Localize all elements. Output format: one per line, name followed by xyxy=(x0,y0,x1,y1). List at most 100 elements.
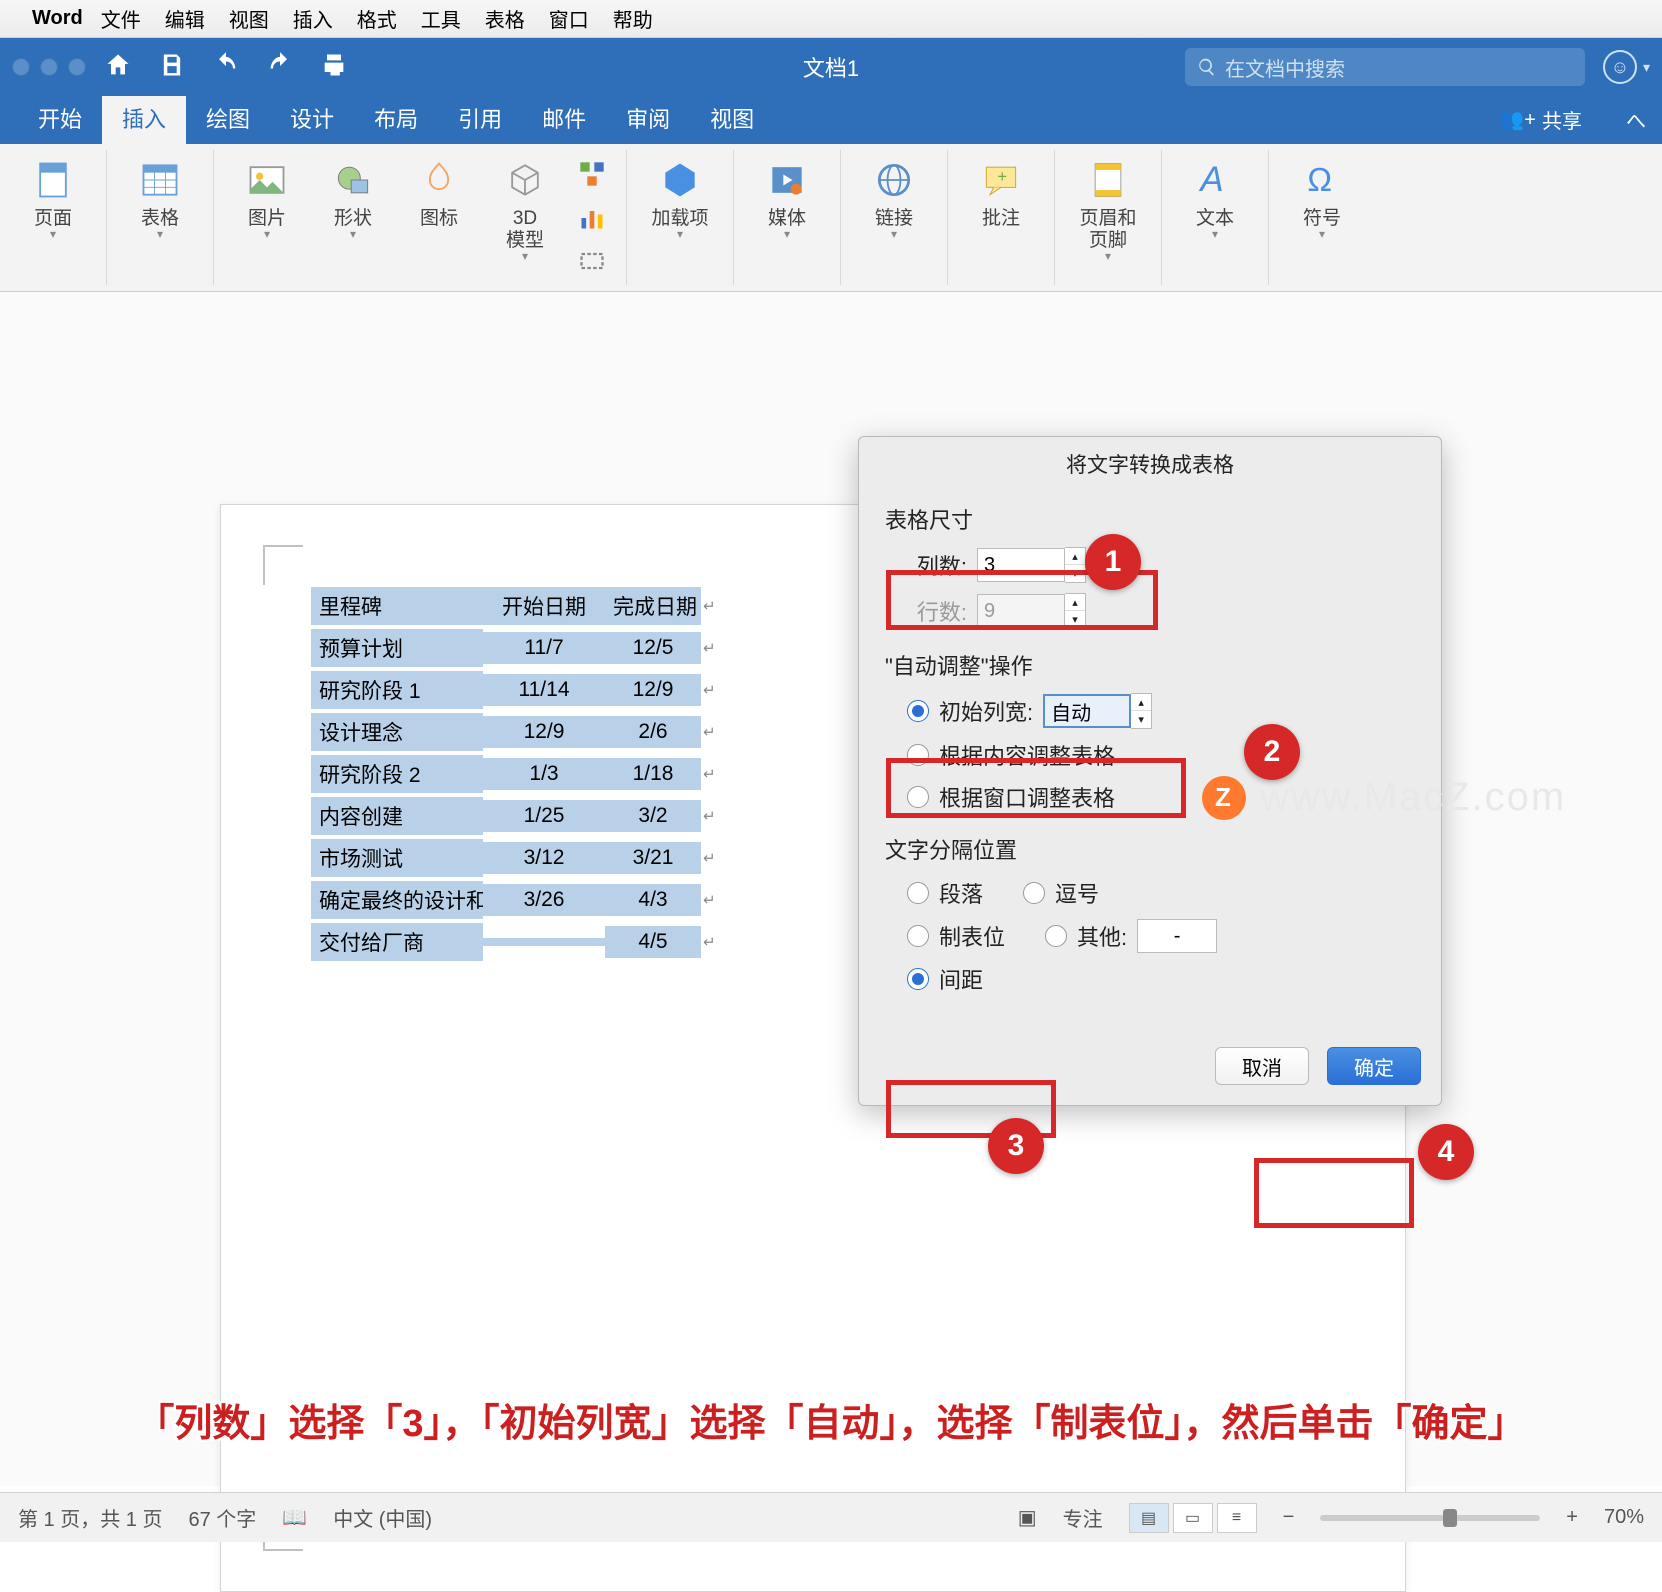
tab-view[interactable]: 视图 xyxy=(690,92,774,144)
status-focus[interactable]: 专注 xyxy=(1063,1503,1103,1532)
radio-fit-content[interactable] xyxy=(907,744,929,766)
radio-tab[interactable] xyxy=(907,925,929,947)
radio-space[interactable] xyxy=(907,968,929,990)
view-print-icon[interactable]: ▤ xyxy=(1129,1503,1169,1533)
radio-comma[interactable] xyxy=(1023,882,1045,904)
ribbon-picture[interactable]: 图片 xyxy=(224,150,310,285)
redo-icon[interactable] xyxy=(266,51,294,84)
share-button[interactable]: 👥+ 共享 xyxy=(1485,95,1596,144)
collapse-ribbon-icon[interactable]: へ xyxy=(1610,95,1662,144)
menu-window[interactable]: 窗口 xyxy=(549,4,589,33)
smartart-icon[interactable] xyxy=(574,156,610,192)
step-down-icon[interactable]: ▾ xyxy=(1065,565,1085,582)
ribbon-symbol[interactable]: Ω 符号 xyxy=(1279,150,1365,285)
screenshot-icon[interactable] xyxy=(574,243,610,279)
undo-icon[interactable] xyxy=(212,51,240,84)
menu-view[interactable]: 视图 xyxy=(229,4,269,33)
table-cell: 确定最终的设计和内容 xyxy=(311,881,483,919)
chart-icon[interactable] xyxy=(574,200,610,236)
selected-text-block[interactable]: 里程碑开始日期完成日期↵预算计划11/712/5↵研究阶段 111/1412/9… xyxy=(311,585,716,963)
zoom-in-button[interactable]: + xyxy=(1566,1506,1578,1529)
table-icon xyxy=(136,156,184,204)
home-icon[interactable] xyxy=(104,51,132,84)
view-web-icon[interactable]: ≡ xyxy=(1217,1503,1257,1533)
menu-tools[interactable]: 工具 xyxy=(421,4,461,33)
tab-review[interactable]: 审阅 xyxy=(606,92,690,144)
picture-icon xyxy=(243,156,291,204)
radio-paragraph[interactable] xyxy=(907,882,929,904)
columns-input[interactable] xyxy=(977,548,1065,582)
ribbon-text[interactable]: A 文本 xyxy=(1172,150,1258,285)
radio-other[interactable] xyxy=(1045,925,1067,947)
table-cell: 4/5 xyxy=(605,926,701,958)
view-read-icon[interactable]: ▭ xyxy=(1173,1503,1213,1533)
print-icon[interactable] xyxy=(320,51,348,84)
ribbon-icon[interactable]: 图标 xyxy=(396,150,482,285)
table-cell: 2/6 xyxy=(605,716,701,748)
comment-icon: + xyxy=(977,156,1025,204)
zoom-slider[interactable] xyxy=(1320,1515,1540,1521)
ribbon-link[interactable]: 链接 xyxy=(851,150,937,285)
table-cell: 3/21 xyxy=(605,842,701,874)
cube-icon xyxy=(501,156,549,204)
status-wordcount[interactable]: 67 个字 xyxy=(188,1503,256,1532)
cancel-button[interactable]: 取消 xyxy=(1215,1047,1309,1085)
window-controls[interactable] xyxy=(12,58,86,76)
save-icon[interactable] xyxy=(158,51,186,84)
menu-file[interactable]: 文件 xyxy=(101,4,141,33)
rows-label: 行数: xyxy=(907,595,967,627)
tab-insert[interactable]: 插入 xyxy=(102,92,186,144)
radio-fit-window[interactable] xyxy=(907,786,929,808)
app-name[interactable]: Word xyxy=(32,7,83,30)
paragraph-mark-icon: ↵ xyxy=(701,765,716,783)
step-up-icon[interactable]: ▴ xyxy=(1065,548,1085,565)
menu-edit[interactable]: 编辑 xyxy=(165,4,205,33)
ribbon-shape[interactable]: 形状 xyxy=(310,150,396,285)
initial-width-stepper[interactable]: ▴▾ xyxy=(1043,693,1152,729)
ribbon-comment[interactable]: + 批注 xyxy=(958,150,1044,285)
zoom-level[interactable]: 70% xyxy=(1604,1506,1644,1529)
ribbon-page[interactable]: 页面 xyxy=(10,150,96,285)
columns-stepper[interactable]: ▴▾ xyxy=(977,547,1086,583)
close-icon[interactable] xyxy=(12,58,30,76)
focus-mode-icon[interactable]: ▣ xyxy=(1018,1505,1037,1530)
tab-reference[interactable]: 引用 xyxy=(438,92,522,144)
step-up-icon[interactable]: ▴ xyxy=(1131,694,1151,711)
ribbon-3dmodel[interactable]: 3D 模型 xyxy=(482,150,568,285)
tab-home[interactable]: 开始 xyxy=(18,92,102,144)
ribbon-headerfooter[interactable]: 页眉和 页脚 xyxy=(1065,150,1151,285)
annotation-badge-1: 1 xyxy=(1085,534,1141,590)
step-down-icon[interactable]: ▾ xyxy=(1131,711,1151,728)
maximize-icon[interactable] xyxy=(68,58,86,76)
search-input[interactable]: 在文档中搜索 xyxy=(1185,48,1585,86)
spellcheck-icon[interactable]: 📖 xyxy=(282,1505,307,1530)
paragraph-mark-icon: ↵ xyxy=(701,933,716,951)
table-cell: 内容创建 xyxy=(311,797,483,835)
menu-table[interactable]: 表格 xyxy=(485,4,525,33)
feedback-icon[interactable]: ☺ xyxy=(1603,50,1637,84)
table-cell: 1/18 xyxy=(605,758,701,790)
radio-initial-width[interactable] xyxy=(907,700,929,722)
zoom-out-button[interactable]: − xyxy=(1283,1506,1295,1529)
ribbon-media[interactable]: 媒体 xyxy=(744,150,830,285)
menu-format[interactable]: 格式 xyxy=(357,4,397,33)
table-cell: 1/3 xyxy=(483,758,605,790)
tab-layout[interactable]: 布局 xyxy=(354,92,438,144)
tab-draw[interactable]: 绘图 xyxy=(186,92,270,144)
status-language[interactable]: 中文 (中国) xyxy=(333,1503,432,1532)
initial-width-input[interactable] xyxy=(1043,694,1131,728)
tab-design[interactable]: 设计 xyxy=(270,92,354,144)
initial-width-label: 初始列宽: xyxy=(939,695,1033,727)
table-row: 设计理念12/92/6↵ xyxy=(311,711,716,753)
chevron-down-icon[interactable]: ▾ xyxy=(1643,59,1650,76)
dialog-title: 将文字转换成表格 xyxy=(859,437,1441,503)
ribbon-addin[interactable]: 加载项 xyxy=(637,150,723,285)
ok-button[interactable]: 确定 xyxy=(1327,1047,1421,1085)
minimize-icon[interactable] xyxy=(40,58,58,76)
other-separator-input[interactable] xyxy=(1137,919,1217,953)
menu-insert[interactable]: 插入 xyxy=(293,4,333,33)
ribbon-table[interactable]: 表格 xyxy=(117,150,203,285)
tab-mail[interactable]: 邮件 xyxy=(522,92,606,144)
menu-help[interactable]: 帮助 xyxy=(613,4,653,33)
status-page[interactable]: 第 1 页，共 1 页 xyxy=(18,1503,162,1532)
